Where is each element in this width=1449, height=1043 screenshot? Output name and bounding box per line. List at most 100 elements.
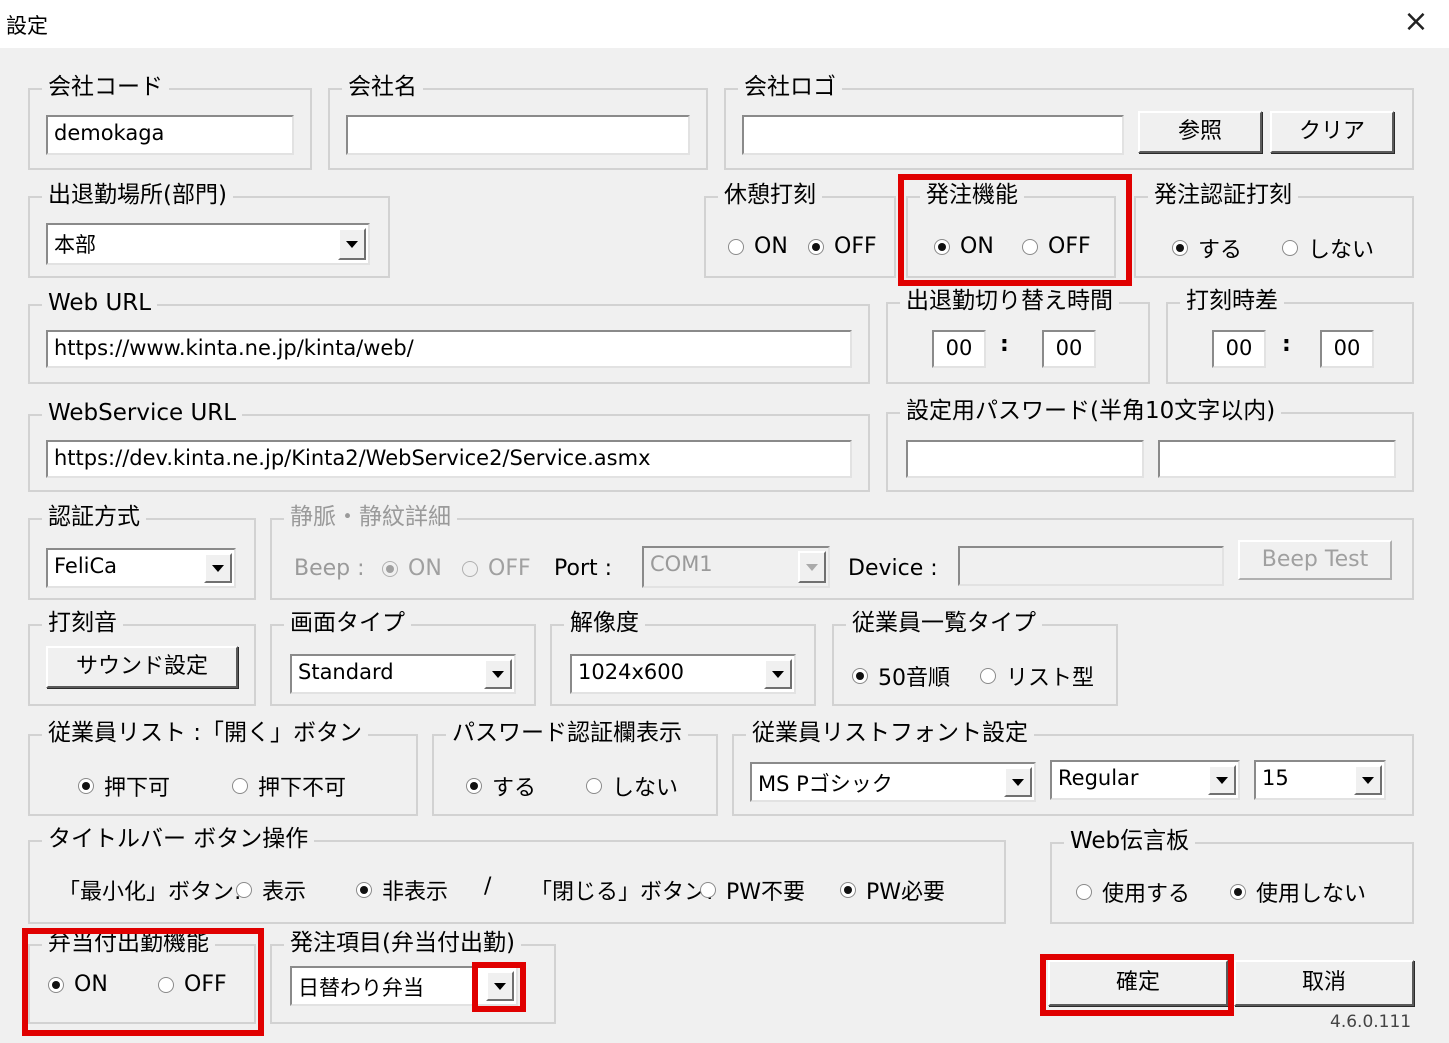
minimize-show-radio[interactable]: 表示 <box>236 874 306 906</box>
radio-label: 非表示 <box>382 880 449 905</box>
chevron-down-icon[interactable] <box>1004 767 1032 797</box>
radio-checked-icon <box>1172 240 1188 256</box>
radio-label: PW不要 <box>726 880 806 905</box>
device-input[interactable] <box>958 546 1224 586</box>
screen-type-value: Standard <box>298 660 394 684</box>
titlebar-buttons-label: タイトルバー ボタン操作 <box>42 824 315 854</box>
radio-label: しない <box>612 776 679 801</box>
radio-label: 使用する <box>1102 882 1191 907</box>
chevron-down-icon[interactable] <box>798 551 826 583</box>
cancel-button[interactable]: 取消 <box>1234 960 1414 1006</box>
highlight-order-function <box>898 174 1132 286</box>
sound-settings-button[interactable]: サウンド設定 <box>46 646 238 688</box>
break-stamp-off-radio[interactable]: OFF <box>808 234 877 259</box>
web-url-label: Web URL <box>42 288 158 318</box>
order-auth-yes-radio[interactable]: する <box>1172 232 1242 264</box>
close-button-label: 「閉じる」ボタン: <box>530 880 714 905</box>
company-name-input[interactable] <box>346 115 690 155</box>
stamp-diff-label: 打刻時差 <box>1180 286 1284 316</box>
auth-method-select[interactable]: FeliCa <box>46 548 236 588</box>
font-settings-label: 従業員リストフォント設定 <box>746 718 1034 748</box>
list-type-list-radio[interactable]: リスト型 <box>980 660 1094 692</box>
switch-time-group: 出退勤切り替え時間 <box>886 286 1150 384</box>
chevron-down-icon[interactable] <box>204 553 232 583</box>
separator-slash: / <box>484 874 492 899</box>
radio-label: 押下可 <box>104 776 171 801</box>
company-logo-input[interactable] <box>742 115 1124 155</box>
resolution-select[interactable]: 1024x600 <box>570 654 796 694</box>
beep-on-radio[interactable]: ON <box>382 556 442 581</box>
radio-circle-icon <box>236 882 252 898</box>
company-code-input[interactable]: demokaga <box>46 115 294 155</box>
beep-test-button[interactable]: Beep Test <box>1238 540 1392 580</box>
password-auth-yes-radio[interactable]: する <box>466 770 536 802</box>
password-label: 設定用パスワード(半角10文字以内) <box>900 396 1282 426</box>
radio-label: PW必要 <box>866 880 946 905</box>
chevron-down-icon[interactable] <box>1208 765 1236 795</box>
open-button-allowed-radio[interactable]: 押下可 <box>78 770 170 802</box>
break-stamp-label: 休憩打刻 <box>718 180 822 210</box>
break-stamp-on-radio[interactable]: ON <box>728 234 788 259</box>
beep-label: Beep : <box>294 556 365 581</box>
beep-off-radio[interactable]: OFF <box>462 556 531 581</box>
stamp-sound-label: 打刻音 <box>42 608 123 638</box>
web-board-use-radio[interactable]: 使用する <box>1076 876 1190 908</box>
browse-button[interactable]: 参照 <box>1138 111 1262 153</box>
web-url-input[interactable]: https://www.kinta.ne.jp/kinta/web/ <box>46 330 852 368</box>
chevron-down-icon[interactable] <box>1354 765 1382 795</box>
radio-label: しない <box>1308 238 1375 263</box>
port-value: COM1 <box>650 552 713 576</box>
radio-label: ON <box>408 556 442 581</box>
close-pw-not-required-radio[interactable]: PW不要 <box>700 874 805 906</box>
chevron-down-icon[interactable] <box>764 659 792 689</box>
chevron-down-icon[interactable] <box>484 659 512 689</box>
font-family-select[interactable]: MS Pゴシック <box>750 762 1036 802</box>
radio-label: 表示 <box>262 880 307 905</box>
company-name-label: 会社名 <box>342 72 423 102</box>
close-pw-required-radio[interactable]: PW必要 <box>840 874 945 906</box>
open-button-label: 従業員リスト :「開く」ボタン <box>42 718 369 748</box>
stamp-diff-hour-input[interactable]: 00 <box>1212 330 1266 368</box>
clear-button[interactable]: クリア <box>1270 111 1394 153</box>
font-style-value: Regular <box>1058 766 1139 790</box>
password-auth-no-radio[interactable]: しない <box>586 770 678 802</box>
switch-time-label: 出退勤切り替え時間 <box>900 286 1119 316</box>
port-label: Port : <box>554 556 613 581</box>
close-icon[interactable]: × <box>1398 2 1434 42</box>
radio-checked-icon <box>1230 884 1246 900</box>
switch-time-minute-input[interactable]: 00 <box>1042 330 1096 368</box>
radio-circle-icon <box>232 778 248 794</box>
font-style-select[interactable]: Regular <box>1050 760 1240 800</box>
company-logo-label: 会社ロゴ <box>738 72 842 102</box>
window-title: 設定 <box>6 14 48 38</box>
webservice-url-input[interactable]: https://dev.kinta.ne.jp/Kinta2/WebServic… <box>46 440 852 478</box>
order-auth-no-radio[interactable]: しない <box>1282 232 1374 264</box>
screen-type-label: 画面タイプ <box>284 608 411 638</box>
minimize-button-label: 「最小化」ボタン: <box>58 880 242 905</box>
employee-list-type-label: 従業員一覧タイプ <box>846 608 1042 638</box>
version-label: 4.6.0.111 <box>1330 1012 1412 1032</box>
screen-type-select[interactable]: Standard <box>290 654 516 694</box>
font-size-select[interactable]: 15 <box>1254 760 1386 800</box>
web-board-not-use-radio[interactable]: 使用しない <box>1230 876 1366 908</box>
resolution-value: 1024x600 <box>578 660 684 684</box>
radio-label: 50音順 <box>878 666 950 691</box>
radio-label: 使用しない <box>1256 882 1367 907</box>
minimize-hide-radio[interactable]: 非表示 <box>356 874 448 906</box>
location-select[interactable]: 本部 <box>46 223 370 265</box>
order-auth-stamp-label: 発注認証打刻 <box>1148 180 1298 210</box>
port-select[interactable]: COM1 <box>642 546 830 588</box>
title-bar <box>0 0 1449 48</box>
switch-time-hour-input[interactable]: 00 <box>932 330 986 368</box>
password-input[interactable] <box>906 440 1144 478</box>
highlight-ok-button <box>1040 954 1234 1016</box>
company-code-label: 会社コード <box>42 72 169 102</box>
chevron-down-icon[interactable] <box>338 228 366 260</box>
radio-circle-icon <box>462 560 478 577</box>
stamp-diff-minute-input[interactable]: 00 <box>1320 330 1374 368</box>
open-button-disallowed-radio[interactable]: 押下不可 <box>232 770 346 802</box>
radio-checked-icon <box>808 238 824 255</box>
list-type-50on-radio[interactable]: 50音順 <box>852 660 950 692</box>
password-confirm-input[interactable] <box>1158 440 1396 478</box>
highlight-order-item-dropdown <box>472 962 526 1012</box>
